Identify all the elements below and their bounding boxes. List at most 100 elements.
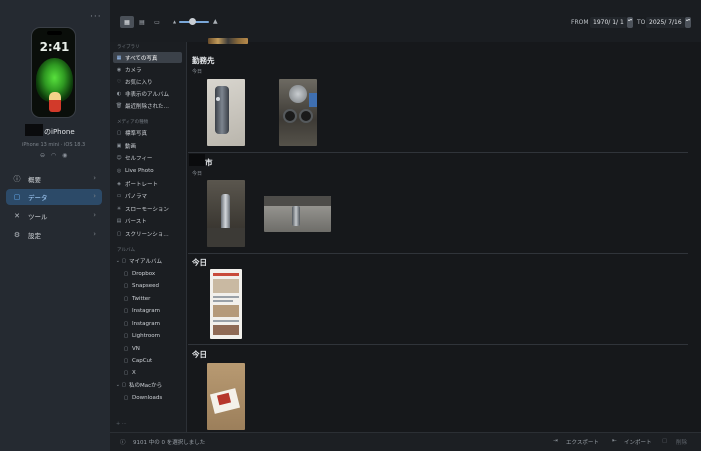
album-item[interactable]: ▢ CapCut	[113, 355, 182, 366]
live-photo-icon: ◎	[116, 167, 122, 174]
photo-thumbnail[interactable]	[210, 269, 242, 339]
nav-tools[interactable]: ✕ ツール ›	[6, 208, 102, 224]
view-large-button[interactable]: ▭	[150, 16, 164, 28]
from-date-stepper[interactable]: ▴▾	[627, 17, 633, 28]
device-preview: 2:41	[31, 27, 76, 118]
folder-icon: ▢	[123, 345, 129, 352]
media-item-panorama[interactable]: ▭ パノラマ	[113, 190, 182, 201]
panorama-icon: ▭	[116, 192, 122, 199]
nav-label: データ	[28, 194, 48, 202]
album-item[interactable]: ▢ Twitter	[113, 293, 182, 304]
info-icon: ⓘ	[120, 440, 126, 446]
delete-button[interactable]: 削除	[676, 438, 687, 446]
nav-overview[interactable]: ⓘ 概要 ›	[6, 171, 102, 187]
folder-icon: ▢	[123, 307, 129, 314]
media-item-live-photo[interactable]: ◎ Live Photo	[113, 165, 182, 176]
trash-icon: ▢	[662, 438, 668, 444]
media-item-burst[interactable]: ▤ バースト	[113, 215, 182, 226]
burst-icon: ▤	[116, 217, 122, 224]
media-item-standard[interactable]: ▢ 標準写真	[113, 127, 182, 138]
group-divider	[188, 152, 688, 153]
item-label: VN	[132, 345, 140, 352]
library-item-hidden[interactable]: ◐ 非表示のアルバム	[113, 88, 182, 99]
album-item-downloads[interactable]: ▢ Downloads	[113, 392, 182, 403]
lock-screen-time: 2:41	[39, 40, 70, 54]
device-status-icons: ⊖ ◠ ◉	[40, 152, 70, 159]
item-label: Instagram	[132, 307, 160, 314]
chevron-right-icon: ›	[93, 230, 96, 238]
album-item[interactable]: ▢ VN	[113, 343, 182, 354]
photo-thumbnail[interactable]	[208, 38, 248, 44]
grid-icon: ▦	[116, 54, 122, 61]
to-date-field[interactable]: 2025/ 7/16	[646, 17, 685, 28]
album-group-mac[interactable]: ⌄ ▢ 私のMacから	[113, 379, 182, 390]
item-label: Dropbox	[132, 270, 156, 277]
video-icon: ▣	[116, 142, 122, 149]
zoom-slider-knob[interactable]	[189, 18, 196, 25]
album-item[interactable]: ▢ Instagram	[113, 305, 182, 316]
photo-thumbnail[interactable]	[207, 79, 245, 146]
more-icon[interactable]: ···	[90, 12, 102, 22]
media-item-portrait[interactable]: ◈ ポートレート	[113, 178, 182, 189]
chevron-down-icon: ⌄ ▢	[115, 257, 127, 264]
library-item-camera[interactable]: ◉ カメラ	[113, 64, 182, 75]
photo-thumbnail[interactable]	[207, 180, 245, 247]
camera-icon: ◉	[116, 66, 122, 73]
item-label: バースト	[125, 218, 147, 225]
media-item-selfie[interactable]: ☺ セルフィー	[113, 152, 182, 163]
portrait-icon: ◈	[117, 180, 121, 187]
add-album-icon[interactable]: + ···	[116, 421, 127, 427]
album-item[interactable]: ▢ Dropbox	[113, 268, 182, 279]
to-date-stepper[interactable]: ▴▾	[685, 17, 691, 28]
library-item-recently-deleted[interactable]: 🗑 最近削除された…	[113, 100, 182, 111]
folder-icon: ▢	[123, 332, 129, 339]
library-item-favorites[interactable]: ♡ お気に入り	[113, 76, 182, 87]
item-label: Downloads	[132, 394, 163, 401]
item-label: すべての写真	[125, 55, 158, 62]
media-item-video[interactable]: ▣ 動画	[113, 140, 182, 151]
folder-icon: ▢	[13, 193, 21, 201]
section-media-types: メディアの種類	[117, 120, 149, 125]
nav-settings[interactable]: ⚙ 設定 ›	[6, 227, 102, 243]
album-item[interactable]: ▢ X	[113, 367, 182, 378]
export-icon: ⇥	[553, 438, 558, 444]
photo-thumbnail[interactable]	[279, 79, 317, 146]
album-item[interactable]: ▢ Snapseed	[113, 280, 182, 291]
folder-icon: ▢	[123, 357, 129, 364]
zoom-in-icon[interactable]: ▲	[213, 18, 218, 25]
library-item-all-photos[interactable]: ▦ すべての写真	[113, 52, 182, 63]
section-library: ライブラリ	[117, 45, 140, 50]
media-item-screenshot[interactable]: ▢ スクリーンショ…	[113, 228, 182, 239]
export-button[interactable]: エクスポート	[566, 438, 599, 446]
item-label: 動画	[125, 143, 137, 150]
group-title: 市	[205, 158, 213, 167]
from-date-field[interactable]: 1970/ 1/ 1	[590, 17, 627, 28]
screenshot-icon: ▢	[116, 230, 122, 237]
album-item[interactable]: ▢ Lightroom	[113, 330, 182, 341]
view-grid-button[interactable]: ▦	[120, 16, 134, 28]
item-label: カメラ	[125, 67, 142, 74]
import-button[interactable]: インポート	[624, 438, 652, 446]
item-label: セルフィー	[125, 155, 153, 162]
view-list-button[interactable]: ▤	[135, 16, 149, 28]
photo-thumbnail[interactable]	[264, 196, 331, 232]
group-divider	[188, 253, 688, 254]
photo-icon: ▢	[116, 129, 122, 136]
item-label: ポートレート	[125, 181, 159, 188]
nav-data[interactable]: ▢ データ ›	[6, 189, 102, 205]
album-group-my-albums[interactable]: ⌄ ▢ マイアルバム	[113, 255, 182, 266]
group-title: 今日	[192, 258, 207, 267]
item-label: パノラマ	[125, 193, 148, 200]
zoom-out-icon[interactable]: ▲	[173, 19, 176, 24]
item-label: 私のMacから	[129, 382, 163, 389]
nav-label: 概要	[28, 176, 41, 184]
folder-icon: ▢	[123, 394, 129, 401]
wallpaper-character	[49, 92, 61, 112]
to-label: TO	[637, 19, 646, 26]
album-item[interactable]: ▢ Instagram	[113, 318, 182, 329]
photo-thumbnail[interactable]	[207, 363, 245, 430]
tools-icon: ✕	[14, 212, 20, 220]
item-label: X	[132, 369, 136, 376]
media-item-slow-motion[interactable]: ✳ スローモーション	[113, 203, 182, 214]
item-label: Twitter	[132, 295, 151, 302]
